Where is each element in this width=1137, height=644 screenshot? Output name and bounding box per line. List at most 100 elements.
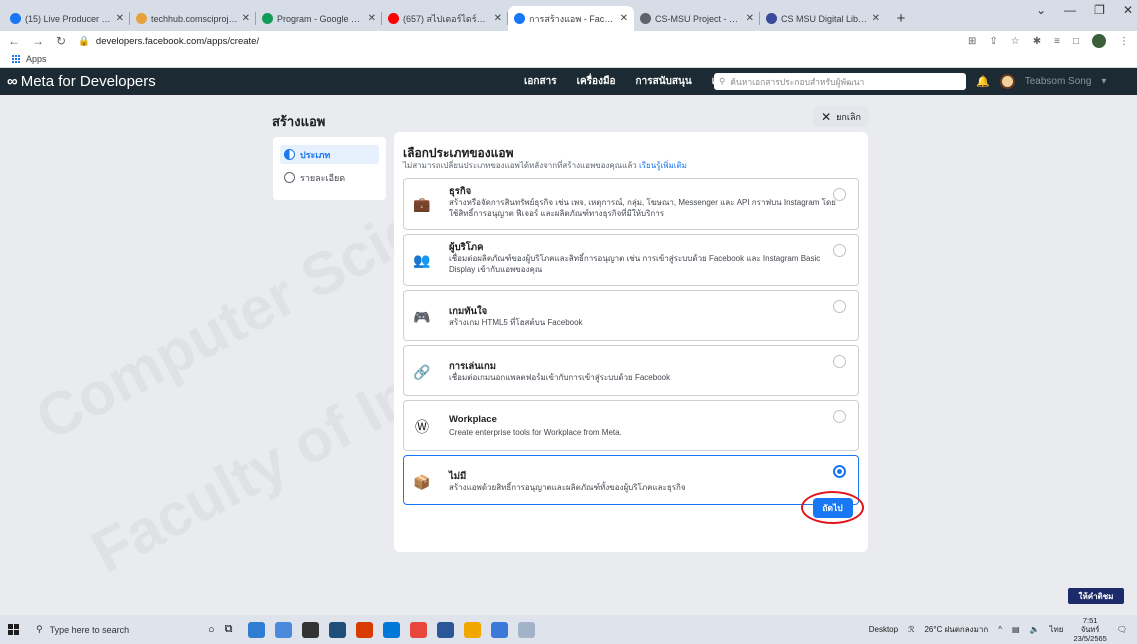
- app-type-option[interactable]: 🎮 เกมทันใจ สร้างเกม HTML5 ที่โฮสต์บน Faceb…: [403, 290, 859, 341]
- translate-icon[interactable]: ⊞: [968, 36, 976, 47]
- taskbar-app-icon[interactable]: [463, 621, 481, 638]
- weather-widget[interactable]: 26°C ฝนตกลงมาก: [924, 623, 988, 636]
- app-type-option[interactable]: 💼 ธุรกิจ สร้างหรือจัดการสินทรัพย์ธุรกิจ เช…: [403, 178, 859, 230]
- taskbar-app-icon[interactable]: [382, 621, 400, 638]
- close-tab-icon[interactable]: ✕: [116, 13, 124, 24]
- close-tab-icon[interactable]: ✕: [242, 13, 250, 24]
- nav-link[interactable]: เครื่องมือ: [577, 74, 616, 89]
- taskbar-app-icon[interactable]: [247, 621, 265, 638]
- browser-tab[interactable]: การสร้างแอพ - Facebook สำหรับนัก ✕: [508, 6, 634, 31]
- start-button[interactable]: [0, 624, 26, 635]
- step-item[interactable]: รายละเอียด: [280, 168, 379, 187]
- tab-search-icon[interactable]: ⌄: [1036, 3, 1046, 17]
- close-tab-icon[interactable]: ✕: [746, 13, 754, 24]
- network-icon[interactable]: ▤: [1012, 625, 1020, 634]
- gamepad-icon: 🎮: [413, 308, 431, 325]
- learn-more-link[interactable]: เรียนรู้เพิ่มเติม: [639, 161, 687, 170]
- cortana-icon[interactable]: ○: [208, 624, 215, 636]
- docs-search-input[interactable]: ⚲ ค้นหาเอกสารประกอบสำหรับผู้พัฒนา: [714, 73, 966, 90]
- taskbar-search[interactable]: ⚲ Type here to search: [26, 615, 202, 644]
- option-radio[interactable]: [833, 244, 846, 257]
- option-radio[interactable]: [833, 465, 846, 478]
- taskbar-app-icon[interactable]: [517, 621, 535, 638]
- step-item[interactable]: ประเภท: [280, 145, 379, 164]
- app-type-option[interactable]: 🔗 การเล่นเกม เชื่อมต่อเกมนอกแพลตฟอร์มเข้าก…: [403, 345, 859, 396]
- apps-bookmark[interactable]: Apps: [26, 54, 47, 64]
- browser-tab[interactable]: CS MSU Digital Library: ระบบการ ✕: [760, 6, 886, 31]
- option-radio[interactable]: [833, 410, 846, 423]
- taskbar-app-icon[interactable]: [328, 621, 346, 638]
- maximize-button[interactable]: ❐: [1094, 3, 1105, 17]
- tab-title: การสร้างแอพ - Facebook สำหรับนัก: [529, 13, 616, 24]
- tray-arrow-icon[interactable]: ^: [998, 625, 1002, 634]
- desktop-toolbar[interactable]: Desktop: [869, 625, 898, 634]
- reading-list-icon[interactable]: ≡: [1054, 36, 1060, 47]
- user-name[interactable]: Teabsom Song: [1025, 76, 1092, 87]
- search-icon: ⚲: [719, 76, 726, 86]
- close-tab-icon[interactable]: ✕: [494, 13, 502, 24]
- option-radio[interactable]: [833, 300, 846, 313]
- app-type-option[interactable]: Ⓦ Workplace Create enterprise tools for Wo…: [403, 400, 859, 451]
- taskbar-app-icon[interactable]: [409, 621, 427, 638]
- circle-icon: [284, 172, 295, 183]
- clock-time: 7:51: [1082, 616, 1098, 625]
- browser-tab[interactable]: techhub.comsciproject.com / lo: ✕: [130, 6, 256, 31]
- bell-icon[interactable]: 🔔: [976, 75, 990, 88]
- option-radio[interactable]: [833, 355, 846, 368]
- windows-taskbar: ⚲ Type here to search ○ ⧉ Desktop ℛ 26°C…: [0, 615, 1137, 644]
- profile-avatar[interactable]: [1092, 34, 1106, 48]
- option-description: สร้างหรือจัดการสินทรัพย์ธุรกิจ เช่น เพจ,…: [449, 198, 836, 218]
- new-tab-button[interactable]: +: [890, 7, 912, 29]
- language-indicator[interactable]: ไทย: [1049, 623, 1063, 636]
- close-tab-icon[interactable]: ✕: [620, 13, 628, 24]
- reload-icon[interactable]: ↻: [56, 34, 66, 48]
- task-view-icon[interactable]: ⧉: [225, 623, 233, 636]
- browser-tab[interactable]: (657) สไปเดอร์ไดร์สกรา ลุ้น ✕: [382, 6, 508, 31]
- clock-day: จันทร์: [1080, 625, 1100, 634]
- facebook-icon: [514, 13, 525, 24]
- notification-icon[interactable]: 🗨: [1117, 625, 1127, 634]
- forward-icon[interactable]: →: [32, 34, 44, 48]
- minimize-button[interactable]: —: [1064, 3, 1076, 17]
- option-description: Create enterprise tools for Workplace fr…: [449, 428, 622, 437]
- user-avatar[interactable]: [999, 74, 1015, 89]
- volume-icon[interactable]: 🔈: [1030, 625, 1040, 634]
- close-tab-icon[interactable]: ✕: [368, 13, 376, 24]
- taskbar-app-icon[interactable]: [301, 621, 319, 638]
- meta-logo[interactable]: ∞ Meta for Developers: [7, 73, 156, 90]
- taskbar-app-icon[interactable]: [274, 621, 292, 638]
- app-type-option[interactable]: 📦 ไม่มี สร้างแอพด้วยสิทธิ์การอนุญาตและผลิต…: [403, 455, 859, 505]
- apps-grid-icon[interactable]: [12, 54, 21, 64]
- people-icon[interactable]: ℛ: [908, 625, 914, 634]
- option-radio[interactable]: [833, 188, 846, 201]
- feedback-button[interactable]: ให้คำติชม: [1068, 588, 1124, 604]
- clock[interactable]: 7:51 จันทร์ 23/5/2565: [1073, 616, 1106, 643]
- browser-tab[interactable]: Program - Google Drive ✕: [256, 6, 382, 31]
- next-button[interactable]: ถัดไป: [812, 497, 853, 518]
- address-bar-row: ← → ↻ 🔒 developers.facebook.com/apps/cre…: [0, 31, 1137, 51]
- taskbar-app-icon[interactable]: [436, 621, 454, 638]
- lock-icon: 🔒: [78, 35, 90, 47]
- nav-link[interactable]: การสนับสนุน: [636, 74, 692, 89]
- taskbar-app-icon[interactable]: [355, 621, 373, 638]
- taskbar-app-icon[interactable]: [490, 621, 508, 638]
- url-field[interactable]: 🔒 developers.facebook.com/apps/create/: [78, 36, 259, 47]
- extensions-icon[interactable]: ✱: [1033, 36, 1041, 47]
- chevron-down-icon[interactable]: ▾: [1101, 76, 1106, 87]
- menu-icon[interactable]: ⋮: [1119, 36, 1129, 47]
- option-description: เชื่อมต่อเกมนอกแพลตฟอร์มเข้ากับการเข้าสู…: [449, 373, 671, 382]
- app-type-option[interactable]: 👥 ผู้บริโภค เชื่อมต่อผลิตภัณฑ์ของผู้บริโภค…: [403, 234, 859, 286]
- back-icon[interactable]: ←: [8, 34, 20, 48]
- people-icon: 👥: [413, 251, 431, 268]
- close-window-button[interactable]: ✕: [1123, 3, 1133, 17]
- nav-link[interactable]: เอกสาร: [524, 74, 557, 89]
- share-icon[interactable]: ⇪: [989, 36, 997, 47]
- browser-tab[interactable]: CS-MSU Project - โปรเจ็คของนักศึ ✕: [634, 6, 760, 31]
- browser-tab[interactable]: (15) Live Producer | Facebook ✕: [4, 6, 130, 31]
- cancel-button[interactable]: ✕ ยกเลิก: [813, 106, 869, 127]
- facebook-icon: [10, 13, 21, 24]
- star-icon[interactable]: ☆: [1011, 36, 1020, 47]
- close-tab-icon[interactable]: ✕: [872, 13, 880, 24]
- tab-title: Program - Google Drive: [277, 13, 364, 24]
- sidebar-icon[interactable]: □: [1073, 36, 1079, 47]
